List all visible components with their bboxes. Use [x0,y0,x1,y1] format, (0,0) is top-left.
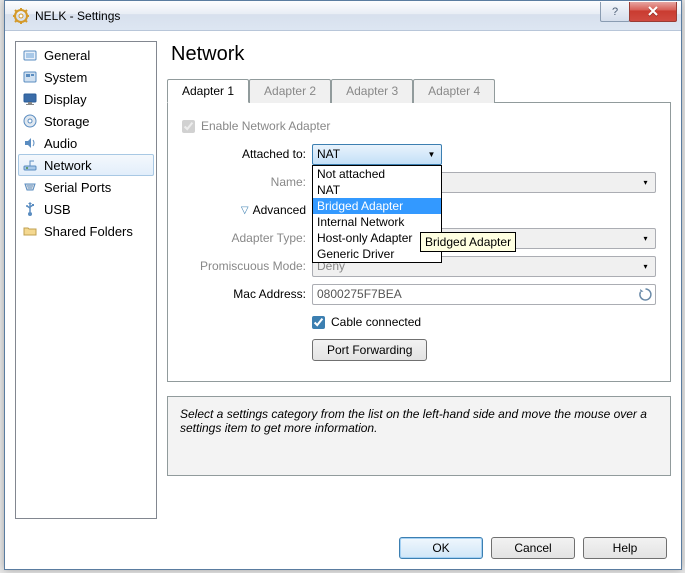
ok-button[interactable]: OK [399,537,483,559]
storage-icon [22,113,38,129]
tab-adapter-4[interactable]: Adapter 4 [413,79,495,103]
option-nat[interactable]: NAT [313,182,441,198]
svg-text:?: ? [612,6,618,17]
sidebar-item-label: Display [44,92,87,107]
sidebar-item-shared-folders[interactable]: Shared Folders [18,220,154,242]
sidebar-item-storage[interactable]: Storage [18,110,154,132]
attached-to-label: Attached to: [182,147,312,161]
enable-adapter-checkbox[interactable] [182,120,195,133]
close-window-button[interactable] [629,2,677,22]
tab-adapter-2[interactable]: Adapter 2 [249,79,331,103]
sidebar-item-label: General [44,48,90,63]
window-buttons: ? [601,2,677,22]
promiscuous-label: Promiscuous Mode: [182,259,312,273]
display-icon [22,91,38,107]
footer: OK Cancel Help [399,537,667,559]
option-bridged-adapter[interactable]: Bridged Adapter [313,198,441,214]
tab-adapter-1[interactable]: Adapter 1 [167,79,249,103]
chevron-down-icon: ▾ [638,175,653,190]
sidebar-item-usb[interactable]: USB [18,198,154,220]
usb-icon [22,201,38,217]
mac-address-input[interactable] [312,284,656,305]
hint-box: Select a settings category from the list… [167,396,671,476]
cancel-button[interactable]: Cancel [491,537,575,559]
sidebar-item-network[interactable]: Network [18,154,154,176]
system-icon [22,69,38,85]
network-icon [22,157,38,173]
window-title: NELK - Settings [35,9,601,23]
sidebar-item-display[interactable]: Display [18,88,154,110]
sidebar-item-label: System [44,70,87,85]
chevron-down-icon: ▾ [638,231,653,246]
general-icon [22,47,38,63]
sidebar-item-label: Audio [44,136,77,151]
titlebar: NELK - Settings ? [5,1,681,31]
sidebar-item-label: Network [44,158,92,173]
sidebar: General System Display Storage Audio Net… [15,41,157,519]
sidebar-item-audio[interactable]: Audio [18,132,154,154]
folder-icon [22,223,38,239]
refresh-mac-button[interactable] [638,287,653,302]
cable-connected-label: Cable connected [331,315,421,329]
help-window-button[interactable]: ? [600,2,630,22]
enable-adapter-label: Enable Network Adapter [201,119,330,133]
sidebar-item-general[interactable]: General [18,44,154,66]
audio-icon [22,135,38,151]
serial-icon [22,179,38,195]
sidebar-item-label: Shared Folders [44,224,133,239]
tooltip: Bridged Adapter [420,232,516,252]
sidebar-item-label: USB [44,202,71,217]
name-label: Name: [182,175,312,189]
sidebar-item-system[interactable]: System [18,66,154,88]
cable-connected-checkbox[interactable] [312,316,325,329]
app-icon [13,8,29,24]
mac-label: Mac Address: [182,287,312,301]
port-forwarding-button[interactable]: Port Forwarding [312,339,427,361]
triangle-down-icon: ▽ [241,205,249,216]
sidebar-item-label: Serial Ports [44,180,111,195]
tab-row: Adapter 1 Adapter 2 Adapter 3 Adapter 4 [167,78,671,103]
tab-adapter-3[interactable]: Adapter 3 [331,79,413,103]
attached-to-select[interactable]: NAT ▼ [312,144,442,165]
help-button[interactable]: Help [583,537,667,559]
adapter-type-label: Adapter Type: [182,231,312,245]
sidebar-item-serial-ports[interactable]: Serial Ports [18,176,154,198]
chevron-down-icon: ▼ [424,147,439,162]
sidebar-item-label: Storage [44,114,90,129]
chevron-down-icon: ▾ [638,259,653,274]
tab-body: Enable Network Adapter Attached to: NAT … [167,103,671,382]
option-internal-network[interactable]: Internal Network [313,214,441,230]
advanced-toggle[interactable]: ▽ Advanced [241,203,306,217]
main-panel: Network Adapter 1 Adapter 2 Adapter 3 Ad… [167,41,671,519]
page-title: Network [167,41,671,78]
settings-window: NELK - Settings ? General System Display [4,0,682,570]
option-not-attached[interactable]: Not attached [313,166,441,182]
